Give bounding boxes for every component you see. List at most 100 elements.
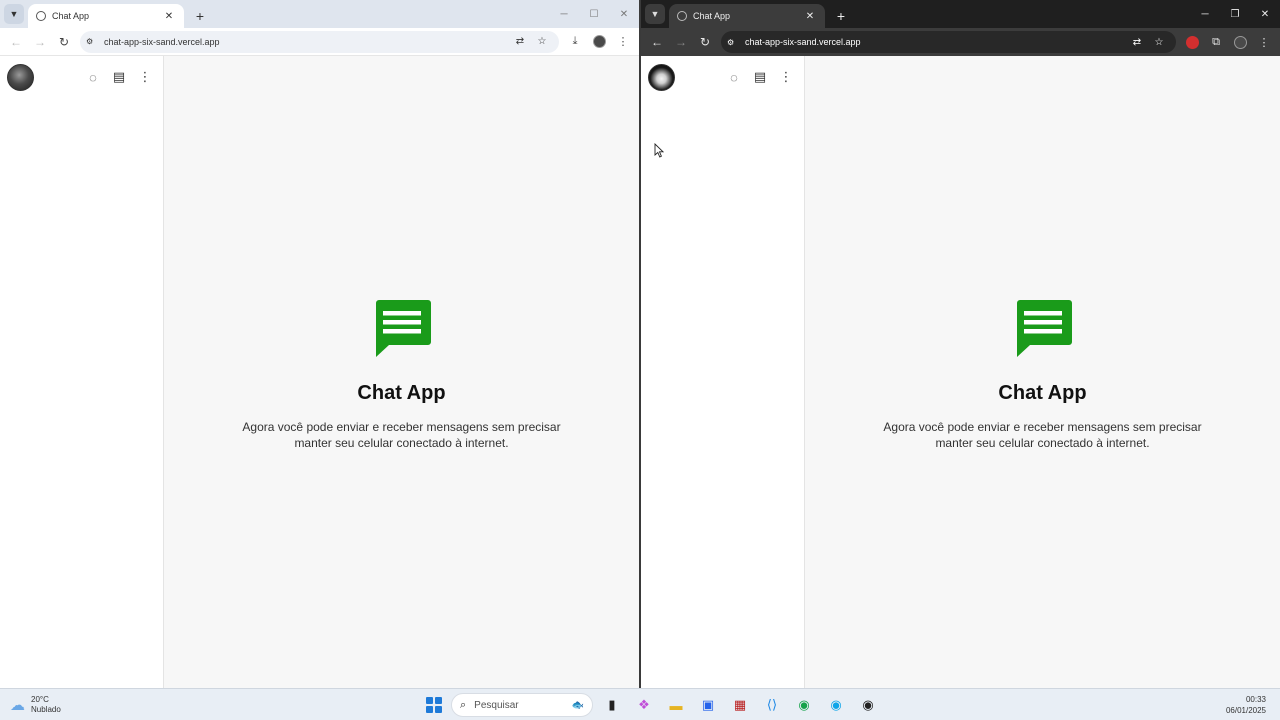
weather-temp: 20°C [31,695,49,704]
close-window-icon[interactable]: ✕ [1250,0,1280,28]
tab-strip: ▼ Chat App ✕ + ─ ☐ ✕ [0,0,639,28]
site-info-icon[interactable]: ⚙ [727,38,739,47]
restore-icon[interactable]: ❐ [1220,0,1250,28]
clock-time: 00:33 [1245,695,1266,704]
search-highlight-icon: 🐟 [571,699,584,711]
vscode-icon[interactable]: ⟨⟩ [759,692,785,718]
file-explorer-icon[interactable]: ▬ [663,692,689,718]
arrow-left-icon: ← [651,35,663,49]
arrow-right-icon: → [34,34,46,49]
search-placeholder: Pesquisar [474,699,519,711]
close-window-icon[interactable]: ✕ [609,0,639,28]
kebab-menu-icon: ⋮ [617,36,629,48]
forward-button[interactable]: → [28,30,52,54]
chrome-icon[interactable]: ◉ [791,692,817,718]
copilot-icon[interactable]: ❖ [631,692,657,718]
menu-icon[interactable]: ⋮ [777,68,795,86]
taskbar-search[interactable]: ⌕ Pesquisar 🐟 [451,693,593,717]
extension-button[interactable] [1180,30,1204,54]
app-title: Chat App [357,382,446,404]
tab-title: Chat App [693,11,731,21]
arrow-left-icon: ← [10,34,22,49]
browser-toolbar: ← → ↻ ⚙ chat-app-six-sand.vercel.app ⇄ ☆… [641,28,1280,56]
extension-icon [1185,35,1199,49]
browser-menu-button[interactable]: ⋮ [1252,30,1276,54]
chat-welcome-panel: Chat App Agora você pode enviar e recebe… [805,56,1280,688]
new-tab-button[interactable]: + [829,4,853,28]
status-icon[interactable]: ◌ [84,68,102,86]
chevron-down-icon: ▼ [9,9,19,19]
browser-window-right: ▼ Chat App ✕ + ─ ❐ ✕ ← → ↻ ⚙ chat-app-si… [641,0,1280,688]
address-url[interactable]: chat-app-six-sand.vercel.app [745,37,1126,47]
kebab-menu-icon: ⋮ [1258,36,1270,49]
back-button[interactable]: ← [4,30,28,54]
forward-button[interactable]: → [669,30,693,54]
globe-icon [36,11,46,21]
address-url[interactable]: chat-app-six-sand.vercel.app [104,37,509,47]
profile-button[interactable] [587,30,611,54]
globe-icon [677,11,687,21]
translate-icon[interactable]: ⇄ [509,36,531,47]
profile-button[interactable] [1228,30,1252,54]
chat-sidebar: ◌ ▤ ⋮ [641,56,805,688]
translate-icon[interactable]: ⇄ [1126,37,1148,48]
user-avatar[interactable] [648,63,675,91]
close-tab-icon[interactable]: ✕ [162,11,176,22]
download-icon: ⤓ [572,35,578,47]
app-description: Agora você pode enviar e receber mensage… [883,420,1202,450]
browser-menu-button[interactable]: ⋮ [611,30,635,54]
sidebar-actions: ◌ ▤ ⋮ [725,68,795,86]
taskbar-apps: ⌕ Pesquisar 🐟 ▮ ❖ ▬ ▣ ▦ ⟨⟩ ◉ ◉ ◉ [423,692,881,718]
site-info-icon[interactable]: ⚙ [86,37,98,46]
browser-toolbar: ← → ↻ ⚙ chat-app-six-sand.vercel.app ⇄ ☆… [0,28,639,56]
close-tab-icon[interactable]: ✕ [803,11,817,22]
reload-button[interactable]: ↻ [52,30,76,54]
reload-button[interactable]: ↻ [693,30,717,54]
chrome-profile-icon[interactable]: ◉ [823,692,849,718]
address-bar[interactable]: ⚙ chat-app-six-sand.vercel.app ⇄ ☆ [80,30,559,53]
sidebar-header: ◌ ▤ ⋮ [0,56,163,98]
arrow-right-icon: → [675,35,687,49]
download-button[interactable]: ⤓ [563,30,587,54]
windows-start-icon[interactable] [423,694,445,716]
profile-avatar-icon [592,35,606,48]
app-description: Agora você pode enviar e receber mensage… [242,420,561,450]
reload-icon: ↻ [58,34,70,49]
address-bar[interactable]: ⚙ chat-app-six-sand.vercel.app ⇄ ☆ [721,31,1176,53]
star-icon[interactable]: ☆ [531,36,553,47]
star-icon[interactable]: ☆ [1148,37,1170,48]
new-tab-button[interactable]: + [188,4,212,28]
new-chat-icon[interactable]: ▤ [110,68,128,86]
browser-tab[interactable]: Chat App ✕ [669,4,825,28]
clock-date: 06/01/2025 [1225,706,1266,715]
new-chat-icon[interactable]: ▤ [751,68,769,86]
store-icon[interactable]: ▣ [695,692,721,718]
minimize-icon[interactable]: ─ [549,0,579,28]
window-controls: ─ ❐ ✕ [1190,0,1280,28]
chat-logo-icon [375,300,431,357]
chevron-down-icon: ▼ [650,9,660,19]
browser-window-left: ▼ Chat App ✕ + ─ ☐ ✕ ← → ↻ ⚙ chat-app-si… [0,0,639,688]
search-icon: ⌕ [460,698,467,711]
chat-welcome-panel: Chat App Agora você pode enviar e recebe… [164,56,639,688]
status-icon[interactable]: ◌ [725,68,743,86]
tab-search-button[interactable]: ▼ [645,4,665,24]
tab-search-button[interactable]: ▼ [4,4,24,24]
plus-icon: + [195,8,205,24]
page-viewport: ◌ ▤ ⋮ Chat App Agora você pode enviar e … [641,56,1280,688]
menu-icon[interactable]: ⋮ [136,68,154,86]
browser-tab[interactable]: Chat App ✕ [28,4,184,28]
maximize-icon[interactable]: ☐ [579,0,609,28]
weather-widget[interactable]: ☁ 20°C Nublado [10,695,61,715]
task-view-icon[interactable]: ▮ [599,692,625,718]
extensions-menu-button[interactable]: ⧉ [1204,30,1228,54]
plus-icon: + [836,8,846,24]
back-button[interactable]: ← [645,30,669,54]
app-icon[interactable]: ▦ [727,692,753,718]
system-clock[interactable]: 00:33 06/01/2025 [1226,694,1266,716]
user-avatar[interactable] [7,63,34,91]
chat-sidebar: ◌ ▤ ⋮ [0,56,164,688]
page-viewport: ◌ ▤ ⋮ Chat App Agora você pode enviar e … [0,56,639,688]
chrome-dark-icon[interactable]: ◉ [855,692,881,718]
minimize-icon[interactable]: ─ [1190,0,1220,28]
